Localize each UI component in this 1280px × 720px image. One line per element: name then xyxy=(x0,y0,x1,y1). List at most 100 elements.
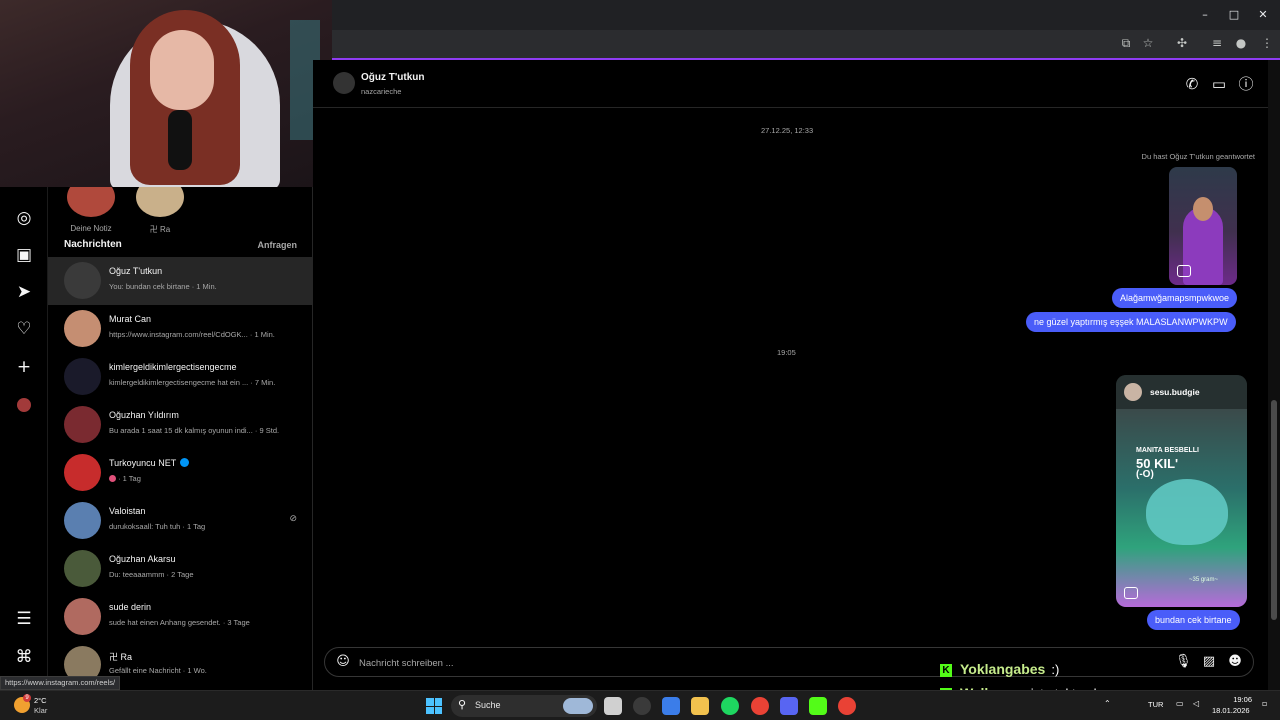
kick-icon: K xyxy=(940,664,952,677)
message-bubble[interactable]: Alağamwğamapsmpwkwoe xyxy=(1112,288,1238,308)
conversation-item[interactable]: Valoistan durukoksaall: Tuh tuh · 1 Tag … xyxy=(48,497,312,545)
message-bubble[interactable]: ne güzel yaptırmış eşşek MALASLANWPWKPW xyxy=(1026,312,1236,332)
star-icon[interactable]: ☆ xyxy=(1139,34,1157,52)
kick-app-icon[interactable] xyxy=(809,697,827,715)
contact-avatar[interactable] xyxy=(333,72,355,94)
install-icon[interactable]: ⧉ xyxy=(1117,34,1135,52)
verified-badge-icon xyxy=(180,458,190,467)
conversation-item[interactable]: Oğuz T'utkun You: bundan cek birtane · 1… xyxy=(48,257,312,305)
app-icon[interactable] xyxy=(633,697,651,715)
notifications-icon[interactable]: ♡ xyxy=(12,317,36,341)
conversation-name-text: Turkoyuncu NET xyxy=(109,458,177,468)
avatar xyxy=(64,598,101,635)
notifications-icon[interactable]: ▫ xyxy=(1262,699,1267,708)
message-input[interactable] xyxy=(359,655,859,671)
chat-text: :) xyxy=(1051,662,1060,677)
reel-icon xyxy=(1124,587,1138,599)
messages-icon[interactable]: ➤ xyxy=(12,280,36,304)
screen: – □ ✕ ⧉ ☆ ✣ ≡ ● ⋮ ◎ ▣ ➤ ♡ + ☰ ⌘ Deine No… xyxy=(0,0,1280,720)
muted-bell-icon: ⊘ xyxy=(289,514,297,524)
phone-icon[interactable]: ✆ xyxy=(1182,74,1202,94)
reels-icon[interactable]: ▣ xyxy=(12,243,36,267)
address-bar[interactable] xyxy=(332,31,1162,53)
image-icon[interactable]: ▨ xyxy=(1201,654,1217,670)
search-icon: ⚲ xyxy=(458,698,467,711)
conversation-item[interactable]: Oğuzhan Akarsu Du: teeaaammm · 2 Tage xyxy=(48,545,312,593)
menu-icon[interactable]: ⋮ xyxy=(1258,34,1276,52)
weather-temperature[interactable]: 2°C xyxy=(34,696,47,705)
discord-icon[interactable] xyxy=(780,697,798,715)
requests-link[interactable]: Anfragen xyxy=(257,240,297,250)
avatar xyxy=(64,406,101,443)
menu-icon[interactable]: ☰ xyxy=(12,607,36,631)
chrome-active-icon[interactable] xyxy=(838,697,856,715)
avatar xyxy=(64,454,101,491)
volume-icon[interactable]: ◁ xyxy=(1193,699,1199,708)
post-username: sesu.budgie xyxy=(1150,387,1200,397)
conversation-item[interactable]: kimlergeldikimlergectisengecme kimlergel… xyxy=(48,353,312,401)
post-image: MANITA BESBELLI 50 KIL' (-O) ~35 gram~ xyxy=(1116,409,1247,607)
conversation-name: sude derin xyxy=(109,602,152,612)
post-caption: (-O) xyxy=(1136,469,1154,480)
conversation-list-panel: Deine Notiz 卍 Ra Nachrichten Anfragen Oğ… xyxy=(48,187,313,690)
explore-icon[interactable]: ◎ xyxy=(12,206,36,230)
status-url: https://www.instagram.com/reels/ xyxy=(0,676,121,690)
conversation-item[interactable]: Oğuzhan Yıldırım Bu arada 1 saat 15 dk k… xyxy=(48,401,312,449)
clock-time[interactable]: 19:06 xyxy=(1232,695,1252,704)
profile-icon[interactable]: ● xyxy=(1232,34,1250,52)
conversation-preview: Gefällt eine Nachricht · 1 Wo. xyxy=(109,666,207,675)
shared-reel-thumbnail[interactable] xyxy=(1169,167,1237,285)
threads-icon[interactable]: ⌘ xyxy=(12,645,36,669)
note-avatar xyxy=(136,187,184,217)
shared-post[interactable]: sesu.budgie MANITA BESBELLI 50 KIL' (-O)… xyxy=(1116,375,1247,607)
scrollbar-thumb[interactable] xyxy=(1271,400,1277,620)
page-scrollbar[interactable] xyxy=(1268,60,1280,690)
message-bubble[interactable]: bundan cek birtane xyxy=(1147,610,1240,630)
chrome-icon[interactable] xyxy=(751,697,769,715)
conversation-name: Turkoyuncu NET xyxy=(109,458,190,468)
clock-date[interactable]: 18.01.2026 xyxy=(1212,706,1250,715)
post-caption: MANITA BESBELLI xyxy=(1136,447,1199,454)
conversation-preview: Du: teeaaammm · 2 Tage xyxy=(109,570,194,579)
emoji-icon[interactable]: ☺ xyxy=(335,654,351,670)
extensions-icon[interactable]: ✣ xyxy=(1173,34,1191,52)
media-icon[interactable]: ≡ xyxy=(1208,34,1226,52)
weather-description[interactable]: Klar xyxy=(34,706,47,715)
note-own[interactable]: Deine Notiz xyxy=(61,187,121,233)
close-button[interactable]: ✕ xyxy=(1254,6,1272,24)
minimize-button[interactable]: – xyxy=(1196,6,1214,24)
spotify-icon[interactable] xyxy=(721,697,739,715)
emoji-icon xyxy=(109,475,116,482)
task-view-icon[interactable] xyxy=(604,697,622,715)
conversation-item[interactable]: Turkoyuncu NET · 1 Tag xyxy=(48,449,312,497)
search-highlight-art xyxy=(563,698,593,714)
conversation-name: Oğuzhan Yıldırım xyxy=(109,410,179,420)
copilot-icon[interactable] xyxy=(662,697,680,715)
avatar xyxy=(64,550,101,587)
note-ra[interactable]: 卍 Ra xyxy=(130,187,190,235)
conversation-item[interactable]: Murat Can https://www.instagram.com/reel… xyxy=(48,305,312,353)
microphone-icon[interactable]: 🎙 xyxy=(1175,654,1192,670)
info-icon[interactable]: ⓘ xyxy=(1236,74,1256,94)
profile-avatar[interactable] xyxy=(17,398,31,412)
reply-note: Du hast Oğuz T'utkun geantwortet xyxy=(1141,152,1255,161)
conversation-name: Oğuz T'utkun xyxy=(109,266,163,276)
taskbar-search[interactable]: ⚲ Suche xyxy=(451,695,597,717)
start-icon[interactable] xyxy=(426,698,442,714)
file-explorer-icon[interactable] xyxy=(691,697,709,715)
language-indicator[interactable]: TUR xyxy=(1148,700,1163,709)
microphone xyxy=(168,110,192,170)
tray-chevron-icon[interactable]: ⌃ xyxy=(1104,699,1111,708)
avatar xyxy=(64,358,101,395)
network-icon[interactable]: ▭ xyxy=(1176,699,1184,708)
chat-username: Yoklangabes xyxy=(960,661,1046,677)
sticker-icon[interactable]: ☻ xyxy=(1227,654,1243,670)
contact-name[interactable]: Oğuz T'utkun xyxy=(361,72,424,83)
conversation-preview: durukoksaall: Tuh tuh · 1 Tag xyxy=(109,522,206,531)
video-call-icon[interactable]: ▭ xyxy=(1209,74,1229,94)
create-icon[interactable]: + xyxy=(12,355,36,379)
maximize-button[interactable]: □ xyxy=(1225,6,1243,24)
search-label: Suche xyxy=(475,700,501,710)
timestamp: 27.12.25, 12:33 xyxy=(761,126,814,135)
conversation-item[interactable]: sude derin sude hat einen Anhang gesende… xyxy=(48,593,312,641)
